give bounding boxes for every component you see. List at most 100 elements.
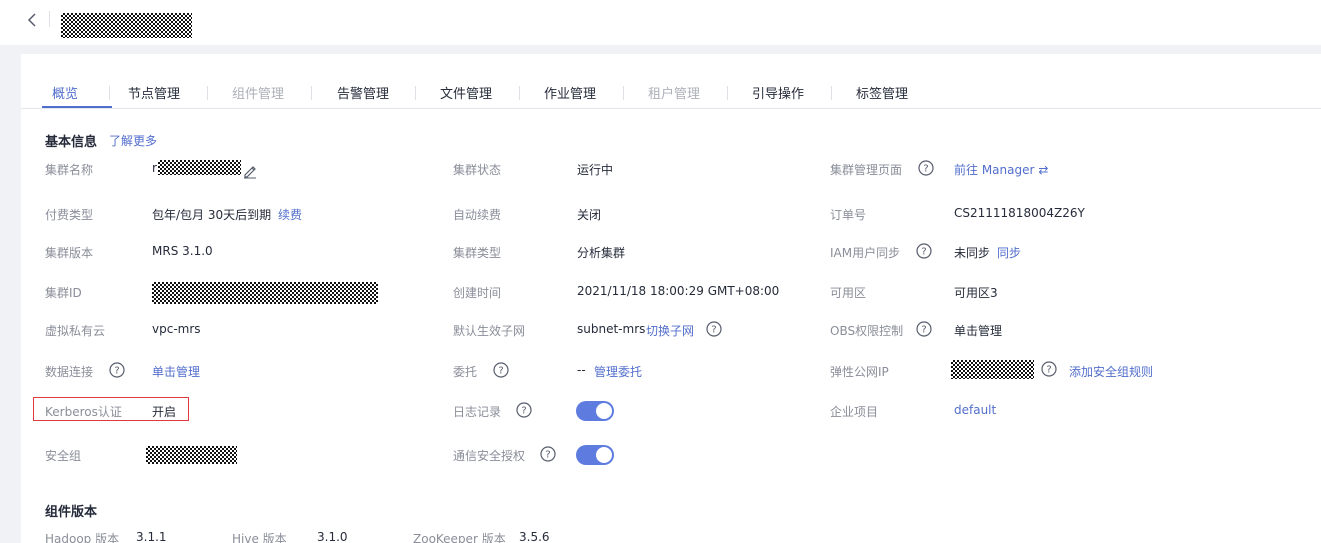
vpc-label: 虚拟私有云 xyxy=(45,324,106,338)
tab-bar: 概览 节点管理 组件管理 告警管理 文件管理 作业管理 租户管理 引导操作 标签… xyxy=(21,76,1321,109)
zookeeper-version-value: 3.5.6 xyxy=(519,530,550,543)
svg-text:?: ? xyxy=(114,366,119,377)
kerberos-value: 开启 xyxy=(152,405,177,419)
hadoop-version-value: 3.1.1 xyxy=(136,530,167,543)
kerberos-label: Kerberos认证 xyxy=(45,405,122,419)
az-label: 可用区 xyxy=(830,286,867,300)
cluster-title-redacted xyxy=(61,13,192,38)
tab-bootstrap[interactable]: 引导操作 xyxy=(752,83,804,102)
cluster-name-label: 集群名称 xyxy=(45,163,94,177)
help-icon[interactable]: ? xyxy=(916,243,932,259)
created-time-value: 2021/11/18 18:00:29 GMT+08:00 xyxy=(577,284,780,298)
security-group-redacted xyxy=(146,446,237,464)
tab-components: 组件管理 xyxy=(232,87,285,102)
goto-manager-link[interactable]: 前往 Manager ⇄ xyxy=(954,161,1048,178)
svg-text:?: ? xyxy=(921,325,926,336)
cluster-status-label: 集群状态 xyxy=(453,163,502,177)
eip-redacted xyxy=(951,360,1034,379)
comm-auth-toggle[interactable] xyxy=(576,445,614,465)
mgmt-page-label: 集群管理页面 xyxy=(830,163,903,177)
svg-text:?: ? xyxy=(545,450,550,461)
tab-divider xyxy=(727,86,728,100)
cluster-name-value-prefix: r xyxy=(152,161,157,175)
help-icon[interactable]: ? xyxy=(109,362,125,378)
help-icon[interactable]: ? xyxy=(918,160,934,176)
svg-text:?: ? xyxy=(711,325,716,336)
edit-icon[interactable] xyxy=(242,163,258,179)
help-icon[interactable]: ? xyxy=(706,321,722,337)
active-tab-indicator xyxy=(42,106,112,108)
cluster-name-redacted xyxy=(158,160,241,175)
iam-sync-label: IAM用户同步 xyxy=(830,246,901,260)
help-icon[interactable]: ? xyxy=(916,321,932,337)
svg-text:?: ? xyxy=(923,164,928,175)
order-label: 订单号 xyxy=(830,208,867,222)
iam-sync-value: 未同步 xyxy=(954,246,991,260)
svg-text:?: ? xyxy=(921,247,926,258)
tab-files[interactable]: 文件管理 xyxy=(440,83,492,102)
tab-divider xyxy=(623,86,624,100)
eip-label: 弹性公网IP xyxy=(830,365,889,379)
manage-agency-link[interactable]: 管理委托 xyxy=(594,363,642,380)
tab-nodes[interactable]: 节点管理 xyxy=(128,83,180,102)
hive-version-label: Hive 版本 xyxy=(232,532,287,543)
az-value: 可用区3 xyxy=(954,286,998,300)
switch-subnet-link[interactable]: 切换子网 xyxy=(646,322,694,339)
vpc-value: vpc-mrs xyxy=(152,322,201,336)
cluster-type-label: 集群类型 xyxy=(453,246,502,260)
version-label: 集群版本 xyxy=(45,246,94,260)
comm-auth-label: 通信安全授权 xyxy=(453,449,526,463)
billing-label: 付费类型 xyxy=(45,208,94,222)
toggle-knob xyxy=(596,403,612,419)
add-sg-rule-link[interactable]: 添加安全组规则 xyxy=(1069,363,1153,380)
version-value: MRS 3.1.0 xyxy=(152,244,213,258)
data-connection-link[interactable]: 单击管理 xyxy=(152,363,200,380)
svg-text:?: ? xyxy=(521,406,526,417)
tab-divider xyxy=(207,86,208,100)
agency-value: -- xyxy=(577,363,586,377)
order-value: CS21111818004Z26Y xyxy=(954,206,1085,220)
goto-manager-label: 前往 Manager xyxy=(954,163,1035,177)
tab-tenants: 租户管理 xyxy=(648,87,701,102)
top-bar xyxy=(0,0,1321,45)
log-record-toggle[interactable] xyxy=(576,401,614,421)
tab-alarms[interactable]: 告警管理 xyxy=(337,83,389,102)
toggle-knob xyxy=(596,447,612,463)
renew-link[interactable]: 续费 xyxy=(278,206,302,223)
auto-renew-label: 自动续费 xyxy=(453,208,502,222)
tab-divider xyxy=(519,86,520,100)
security-group-label: 安全组 xyxy=(45,449,82,463)
hadoop-version-label: Hadoop 版本 xyxy=(45,532,120,543)
help-icon[interactable]: ? xyxy=(540,446,556,462)
iam-sync-link[interactable]: 同步 xyxy=(997,244,1021,261)
back-icon[interactable] xyxy=(26,12,40,28)
default-subnet-value: subnet-mrs xyxy=(577,322,646,336)
data-connection-label: 数据连接 xyxy=(45,365,94,379)
svg-text:?: ? xyxy=(498,366,503,377)
tab-overview[interactable]: 概览 xyxy=(52,83,78,102)
log-record-label: 日志记录 xyxy=(453,405,502,419)
obs-permission-value: 单击管理 xyxy=(954,324,1003,338)
cluster-id-redacted xyxy=(152,282,378,304)
help-icon[interactable]: ? xyxy=(1041,361,1057,377)
obs-permission-label: OBS权限控制 xyxy=(830,324,904,338)
default-subnet-label: 默认生效子网 xyxy=(453,324,526,338)
help-icon[interactable]: ? xyxy=(493,362,509,378)
tab-divider xyxy=(415,86,416,100)
cluster-type-value: 分析集群 xyxy=(577,246,626,260)
cluster-status-value: 运行中 xyxy=(577,163,614,177)
tab-divider xyxy=(831,86,832,100)
tab-divider xyxy=(311,86,312,100)
tab-jobs[interactable]: 作业管理 xyxy=(544,83,596,102)
tab-divider xyxy=(109,86,110,100)
learn-more-link[interactable]: 了解更多 xyxy=(109,132,157,149)
hive-version-value: 3.1.0 xyxy=(317,530,348,543)
billing-value: 包年/包月 30天后到期 xyxy=(152,208,272,222)
title-divider xyxy=(49,11,50,27)
cluster-id-label: 集群ID xyxy=(45,286,82,300)
basic-info-title: 基本信息 xyxy=(45,135,98,150)
component-version-title: 组件版本 xyxy=(45,505,98,520)
enterprise-project-link[interactable]: default xyxy=(954,403,996,417)
tab-tags[interactable]: 标签管理 xyxy=(856,83,908,102)
help-icon[interactable]: ? xyxy=(516,402,532,418)
